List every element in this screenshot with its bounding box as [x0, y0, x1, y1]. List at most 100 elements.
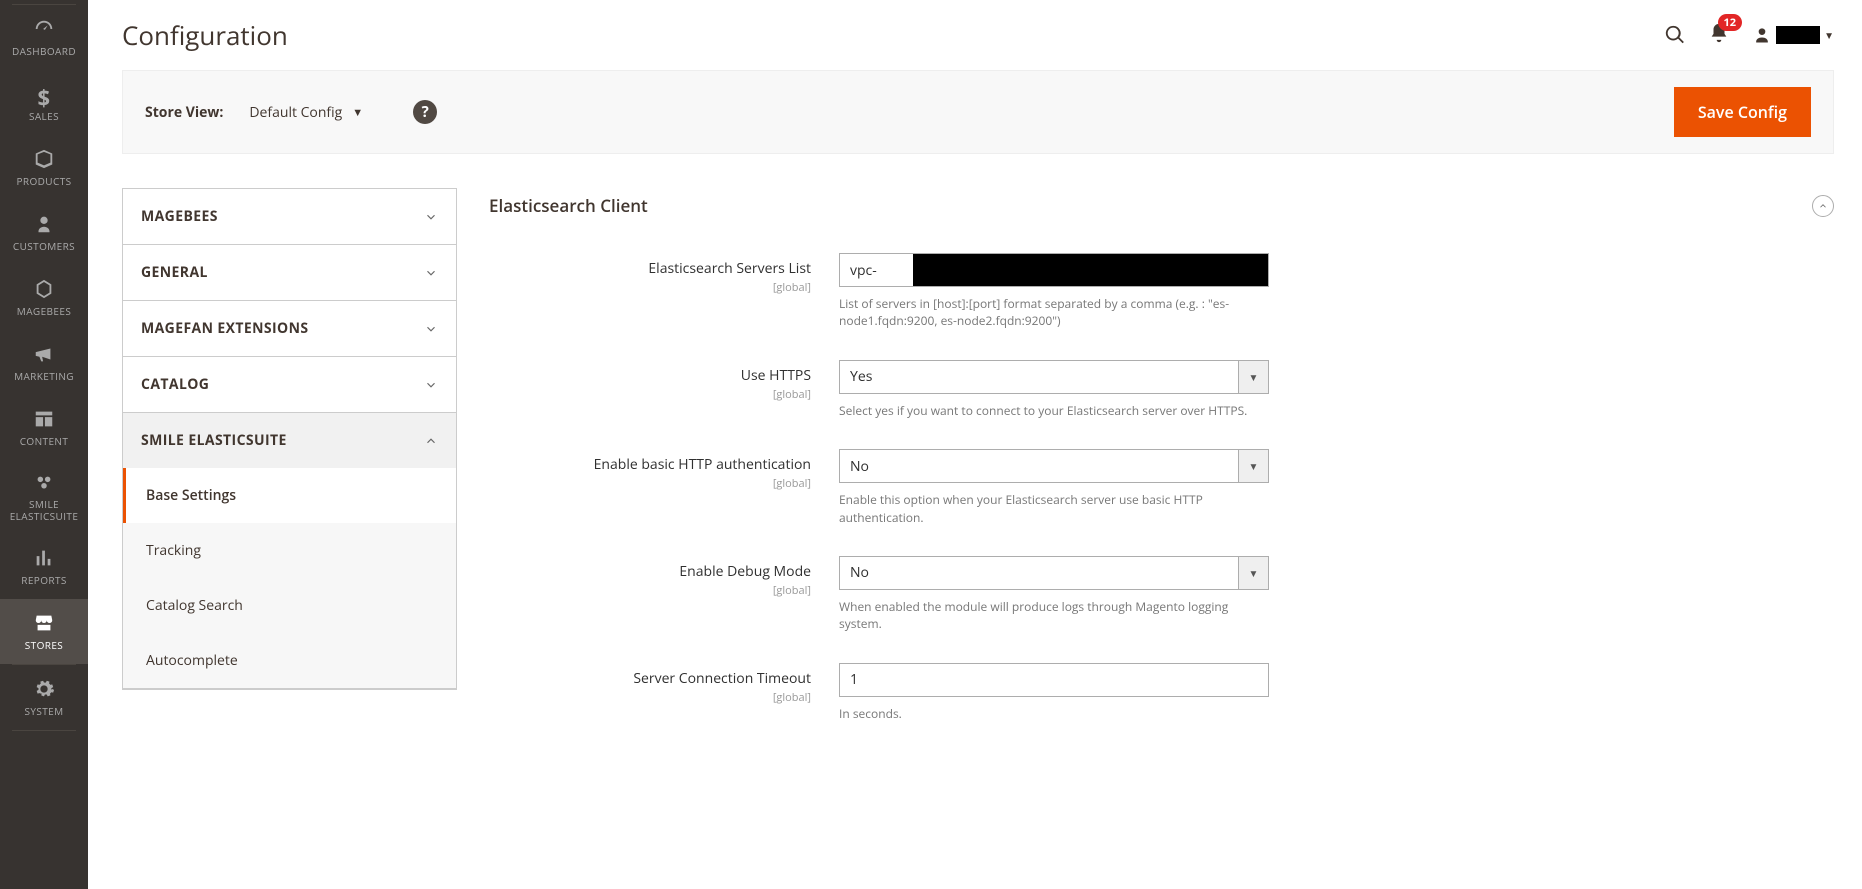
- nav-label: SMILE ELASTICSUITE: [0, 498, 88, 522]
- nav-smile-elasticsuite[interactable]: SMILE ELASTICSUITE: [0, 460, 88, 534]
- field-label-block: Enable Debug Mode [global]: [489, 556, 839, 633]
- account-menu[interactable]: ▼: [1752, 25, 1834, 45]
- chevron-up-icon: [424, 434, 438, 448]
- notification-badge: 12: [1718, 14, 1743, 31]
- store-view-label: Store View:: [145, 103, 223, 122]
- field-note: Select yes if you want to connect to you…: [839, 402, 1269, 419]
- field-note: When enabled the module will produce log…: [839, 598, 1269, 633]
- field-label: Server Connection Timeout: [489, 669, 811, 688]
- nav-products[interactable]: PRODUCTS: [0, 135, 88, 200]
- field-note: In seconds.: [839, 705, 1269, 722]
- top-icons: 12 ▼: [1664, 22, 1834, 49]
- caret-down-icon: ▼: [1824, 28, 1834, 42]
- sidepanel-sub-label: Tracking: [146, 541, 201, 560]
- caret-down-icon: ▼: [1238, 361, 1268, 393]
- nav-content[interactable]: CONTENT: [0, 395, 88, 460]
- megaphone-icon: [33, 343, 55, 365]
- chevron-down-icon: [424, 378, 438, 392]
- nav-customers[interactable]: CUSTOMERS: [0, 200, 88, 265]
- field-input-block: List of servers in [host]:[port] format …: [839, 253, 1269, 330]
- search-icon[interactable]: [1664, 24, 1686, 46]
- nav-sales[interactable]: $ SALES: [0, 70, 88, 135]
- sidepanel-section-label: SMILE ELASTICSUITE: [141, 431, 287, 450]
- sidepanel-section-label: MAGEFAN EXTENSIONS: [141, 319, 309, 338]
- box-icon: [33, 148, 55, 170]
- connection-timeout-input[interactable]: [839, 663, 1269, 697]
- nav-label: MAGEBEES: [17, 304, 71, 318]
- user-icon: [1752, 25, 1772, 45]
- chevron-up-icon: [1818, 201, 1828, 211]
- account-name-redacted: [1776, 26, 1820, 44]
- sidepanel-section-general[interactable]: GENERAL: [123, 245, 456, 300]
- field-note: List of servers in [host]:[port] format …: [839, 295, 1269, 330]
- field-debug-mode: Enable Debug Mode [global] No ▼ When ena…: [489, 556, 1834, 633]
- section-header[interactable]: Elasticsearch Client: [489, 188, 1834, 253]
- field-input-block: Yes ▼ Select yes if you want to connect …: [839, 360, 1269, 419]
- sidepanel-section-catalog[interactable]: CATALOG: [123, 357, 456, 412]
- hexagon-icon: [33, 278, 55, 300]
- store-view-select[interactable]: Default Config ▼: [249, 103, 363, 122]
- field-scope: [global]: [489, 280, 811, 295]
- collapse-section-button[interactable]: [1812, 195, 1834, 217]
- field-label-block: Use HTTPS [global]: [489, 360, 839, 419]
- admin-nav: DASHBOARD $ SALES PRODUCTS CUSTOMERS MAG…: [0, 0, 88, 889]
- sidepanel-section-label: GENERAL: [141, 263, 208, 282]
- gear-icon: [33, 678, 55, 700]
- es-servers-input-wrap: [839, 253, 1269, 287]
- config-columns: MAGEBEES GENERAL MAGEFAN EXTENSIONS CATA…: [122, 188, 1834, 752]
- nav-label: SYSTEM: [24, 704, 63, 718]
- chevron-down-icon: [424, 266, 438, 280]
- gauge-icon: [33, 18, 55, 40]
- basic-auth-select[interactable]: No ▼: [839, 449, 1269, 483]
- field-scope: [global]: [489, 387, 811, 402]
- es-servers-input[interactable]: [839, 253, 1269, 287]
- store-view-bar: Store View: Default Config ▼ ? Save Conf…: [122, 70, 1834, 154]
- use-https-select[interactable]: Yes ▼: [839, 360, 1269, 394]
- config-sidepanel: MAGEBEES GENERAL MAGEFAN EXTENSIONS CATA…: [122, 188, 457, 690]
- person-icon: [33, 213, 55, 235]
- field-input-block: No ▼ When enabled the module will produc…: [839, 556, 1269, 633]
- sidepanel-section-magefan[interactable]: MAGEFAN EXTENSIONS: [123, 301, 456, 356]
- nav-stores[interactable]: STORES: [0, 599, 88, 664]
- sidepanel-section-label: CATALOG: [141, 375, 209, 394]
- nav-label: CONTENT: [20, 434, 69, 448]
- nav-label: CUSTOMERS: [13, 239, 75, 253]
- sidepanel-sub-label: Catalog Search: [146, 596, 243, 615]
- debug-mode-select[interactable]: No ▼: [839, 556, 1269, 590]
- nav-magebees[interactable]: MAGEBEES: [0, 265, 88, 330]
- nav-label: DASHBOARD: [12, 44, 76, 58]
- nav-reports[interactable]: REPORTS: [0, 534, 88, 599]
- field-note: Enable this option when your Elasticsear…: [839, 491, 1269, 526]
- nav-label: STORES: [25, 638, 63, 652]
- main-content: Configuration 12 ▼ Store View: Default C…: [88, 0, 1862, 889]
- field-label-block: Elasticsearch Servers List [global]: [489, 253, 839, 330]
- sidepanel-sub-catalog-search[interactable]: Catalog Search: [123, 578, 456, 633]
- nav-marketing[interactable]: MARKETING: [0, 330, 88, 395]
- sidepanel-section-smile-elasticsuite[interactable]: SMILE ELASTICSUITE: [123, 413, 456, 468]
- help-button[interactable]: ?: [413, 100, 437, 124]
- field-label: Use HTTPS: [489, 366, 811, 385]
- sidepanel-section-magebees[interactable]: MAGEBEES: [123, 189, 456, 244]
- select-value: No: [850, 563, 869, 582]
- field-input-block: No ▼ Enable this option when your Elasti…: [839, 449, 1269, 526]
- field-connection-timeout: Server Connection Timeout [global] In se…: [489, 663, 1834, 722]
- field-label-block: Server Connection Timeout [global]: [489, 663, 839, 722]
- nav-dashboard[interactable]: DASHBOARD: [0, 5, 88, 70]
- caret-down-icon: ▼: [1238, 450, 1268, 482]
- dollar-icon: $: [38, 83, 51, 105]
- field-label: Elasticsearch Servers List: [489, 259, 811, 278]
- chevron-down-icon: [424, 322, 438, 336]
- nav-label: MARKETING: [14, 369, 74, 383]
- field-scope: [global]: [489, 583, 811, 598]
- top-bar: Configuration 12 ▼: [122, 0, 1834, 70]
- field-scope: [global]: [489, 690, 811, 705]
- sidepanel-sub-autocomplete[interactable]: Autocomplete: [123, 633, 456, 688]
- nav-label: PRODUCTS: [16, 174, 71, 188]
- nav-system[interactable]: SYSTEM: [0, 665, 88, 730]
- form-area: Elasticsearch Client Elasticsearch Serve…: [489, 188, 1834, 752]
- save-config-button[interactable]: Save Config: [1674, 87, 1811, 137]
- sidepanel-sub-tracking[interactable]: Tracking: [123, 523, 456, 578]
- section-title: Elasticsearch Client: [489, 194, 648, 217]
- notifications-button[interactable]: 12: [1708, 22, 1730, 49]
- sidepanel-sub-base-settings[interactable]: Base Settings: [123, 468, 456, 523]
